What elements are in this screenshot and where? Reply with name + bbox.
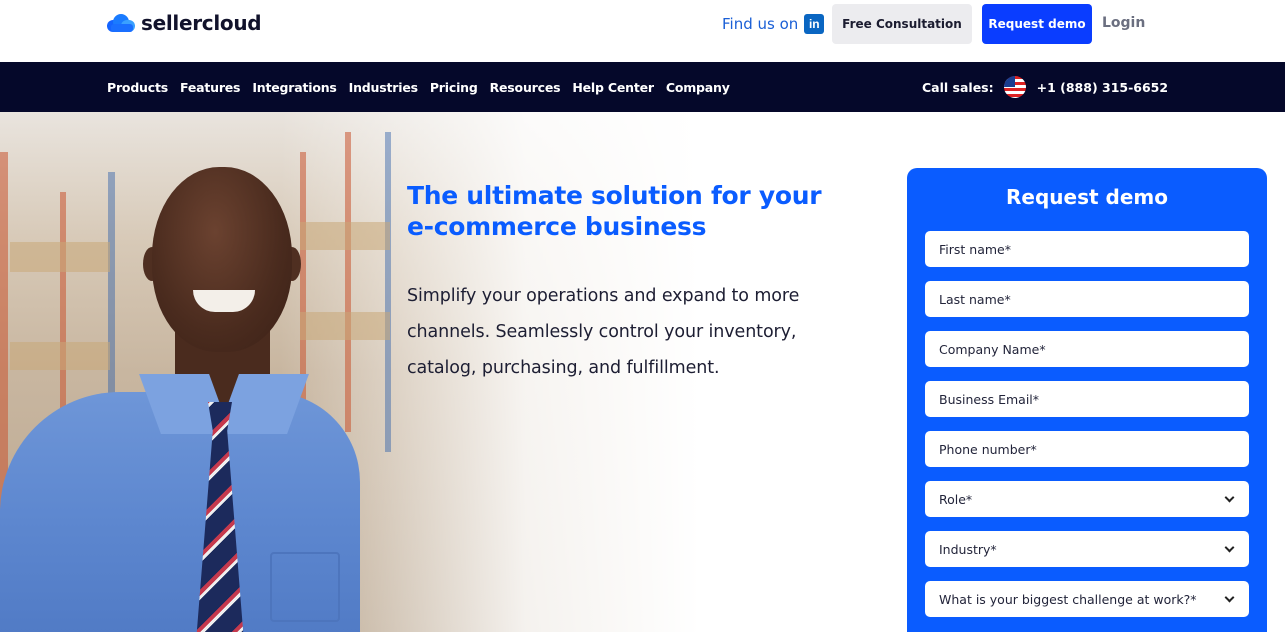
phone-number-field[interactable]: Phone number*	[925, 431, 1249, 467]
call-sales-label: Call sales:	[922, 79, 994, 95]
request-demo-form: Request demo First name* Last name* Comp…	[907, 168, 1267, 632]
find-us-label: Find us on	[722, 15, 799, 33]
role-select-label: Role*	[939, 491, 973, 507]
nav-item-help-center[interactable]: Help Center	[572, 80, 654, 95]
business-email-placeholder: Business Email*	[939, 391, 1040, 407]
challenge-select[interactable]: What is your biggest challenge at work?*	[925, 581, 1249, 617]
logo-text: sellercloud	[141, 11, 262, 35]
free-consultation-button[interactable]: Free Consultation	[832, 4, 972, 44]
top-header: sellercloud Find us on in Free Consultat…	[0, 0, 1285, 62]
last-name-placeholder: Last name*	[939, 291, 1011, 307]
nav-item-pricing[interactable]: Pricing	[430, 80, 478, 95]
hero-title: The ultimate solution for your e-commerc…	[407, 181, 822, 241]
nav-item-features[interactable]: Features	[180, 80, 241, 95]
industry-select[interactable]: Industry*	[925, 531, 1249, 567]
sales-phone-link[interactable]: +1 (888) 315-6652	[1037, 80, 1168, 95]
company-name-field[interactable]: Company Name*	[925, 331, 1249, 367]
nav-item-integrations[interactable]: Integrations	[252, 80, 337, 95]
industry-select-label: Industry*	[939, 541, 997, 557]
challenge-select-label: What is your biggest challenge at work?*	[939, 591, 1197, 607]
nav-item-resources[interactable]: Resources	[490, 80, 561, 95]
phone-number-placeholder: Phone number*	[939, 441, 1037, 457]
nav-menu: Products Features Integrations Industrie…	[107, 62, 742, 112]
login-link[interactable]: Login	[1102, 15, 1145, 31]
logo[interactable]: sellercloud	[107, 11, 262, 35]
form-title: Request demo	[1006, 185, 1168, 209]
request-demo-button[interactable]: Request demo	[982, 4, 1092, 44]
nav-item-company[interactable]: Company	[666, 80, 730, 95]
chevron-down-icon	[1224, 542, 1235, 552]
find-us-linkedin-link[interactable]: Find us on in	[722, 14, 825, 34]
first-name-placeholder: First name*	[939, 241, 1011, 257]
business-email-field[interactable]: Business Email*	[925, 381, 1249, 417]
chevron-down-icon	[1224, 592, 1235, 602]
nav-item-products[interactable]: Products	[107, 80, 168, 95]
company-name-placeholder: Company Name*	[939, 341, 1046, 357]
main-nav: Products Features Integrations Industrie…	[0, 62, 1285, 112]
first-name-field[interactable]: First name*	[925, 231, 1249, 267]
cloud-logo-icon	[107, 12, 136, 34]
last-name-field[interactable]: Last name*	[925, 281, 1249, 317]
nav-item-industries[interactable]: Industries	[349, 80, 418, 95]
hero-subtitle: Simplify your operations and expand to m…	[407, 286, 800, 378]
linkedin-icon[interactable]: in	[804, 14, 825, 34]
us-flag-icon[interactable]	[1003, 76, 1026, 98]
hero-person-image	[0, 112, 420, 632]
role-select[interactable]: Role*	[925, 481, 1249, 517]
call-sales: Call sales: +1 (888) 315-6652	[922, 62, 1168, 112]
chevron-down-icon	[1224, 492, 1235, 502]
